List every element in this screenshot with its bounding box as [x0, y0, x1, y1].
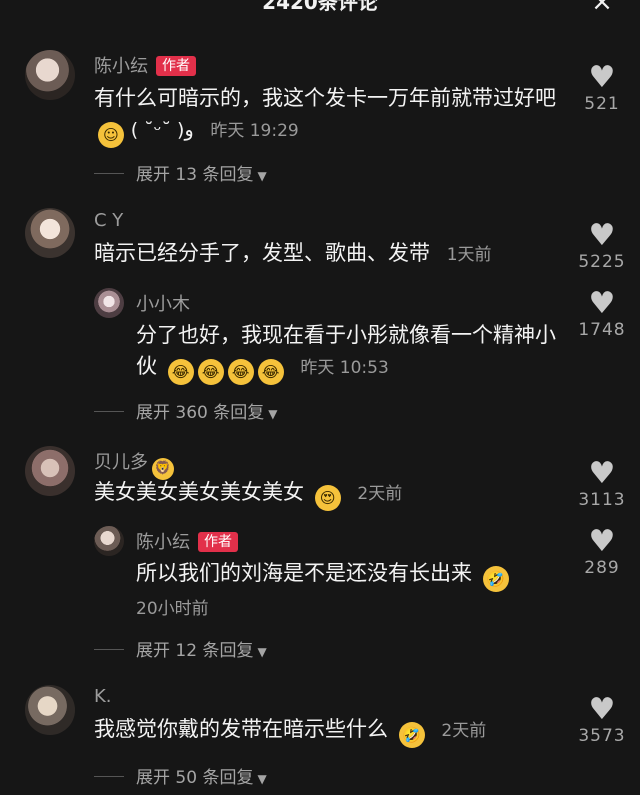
laughing-crying-emoji-icon: 😂	[197, 359, 224, 385]
close-icon[interactable]: ×	[588, 0, 616, 16]
expand-replies-button[interactable]: 展开 360 条回复 ▼	[94, 398, 278, 423]
author-name[interactable]: 贝儿多	[94, 452, 148, 473]
reply-time: 昨天 10:53	[300, 358, 389, 378]
laughing-crying-emoji-icon: 😂	[167, 359, 194, 385]
author-name[interactable]: K.	[94, 686, 112, 707]
like-count: 3113	[578, 490, 626, 510]
expand-replies-button[interactable]: 展开 12 条回复 ▼	[94, 636, 267, 661]
reply-text: 分了也好，我现在看于小彤就像看一个精神小伙 😂 😂 😂 😂 昨天 10:53	[136, 320, 566, 385]
expand-replies-button[interactable]: 展开 50 条回复 ▼	[94, 763, 267, 788]
like-count: 5225	[578, 252, 626, 272]
laughing-crying-emoji-icon: 😂	[257, 359, 284, 385]
comment-body: 我感觉你戴的发带在暗示些什么	[94, 717, 388, 741]
like-button[interactable]: ♥ 521	[572, 60, 632, 115]
rolling-laughing-emoji-icon: 🤣	[482, 566, 509, 592]
flushed-emoji-icon: ☺	[98, 122, 124, 148]
reply-body: 所以我们的刘海是不是还没有长出来	[136, 561, 472, 585]
reply-author[interactable]: 小小木	[136, 290, 190, 316]
rolling-laughing-emoji-icon: 🤣	[398, 722, 425, 748]
author-badge: 作者	[198, 532, 238, 552]
comment-author[interactable]: K.	[94, 686, 112, 707]
avatar[interactable]	[25, 685, 75, 735]
chevron-down-icon: ▼	[257, 645, 267, 659]
comments-header: 2420条评论	[0, 0, 640, 16]
divider-line	[94, 776, 124, 777]
comment-time: 昨天 19:29	[210, 121, 299, 141]
author-name[interactable]: C Y	[94, 210, 123, 231]
comment-time: 2天前	[441, 721, 487, 741]
author-badge: 作者	[156, 56, 196, 76]
comment-text: 有什么可暗示的，我这个发卡一万年前就带过好吧 ☺ ( ˘ᵕ˘ )و 昨天 19:…	[94, 83, 574, 148]
like-button[interactable]: ♥ 3113	[572, 456, 632, 511]
reply-time: 20小时前	[136, 599, 209, 619]
comment-author[interactable]: C Y	[94, 210, 123, 231]
heart-icon: ♥	[588, 218, 616, 253]
comment-body: 美女美女美女美女美女	[94, 480, 304, 504]
comment-time: 2天前	[357, 484, 403, 504]
comment-author[interactable]: 贝儿多 🦁	[94, 448, 174, 480]
author-name[interactable]: 小小木	[136, 294, 190, 315]
kaomoji: ( ˘ᵕ˘ )و	[130, 119, 194, 141]
expand-label: 展开 13 条回复	[136, 165, 254, 185]
like-count: 289	[584, 558, 620, 578]
comment-text: 美女美女美女美女美女 😍 2天前	[94, 477, 574, 511]
like-button[interactable]: ♥ 3573	[572, 692, 632, 747]
reply-author[interactable]: 陈小纭 作者	[136, 528, 238, 554]
comment-author[interactable]: 陈小纭 作者	[94, 52, 196, 78]
like-button[interactable]: ♥ 289	[572, 524, 632, 579]
expand-label: 展开 360 条回复	[136, 403, 265, 423]
heart-icon: ♥	[588, 286, 616, 321]
heart-icon: ♥	[588, 456, 616, 491]
heart-icon: ♥	[588, 60, 616, 95]
author-name[interactable]: 陈小纭	[136, 532, 190, 553]
avatar[interactable]	[94, 288, 124, 318]
divider-line	[94, 173, 124, 174]
divider-line	[94, 411, 124, 412]
chevron-down-icon: ▼	[257, 169, 267, 183]
expand-label: 展开 50 条回复	[136, 768, 254, 788]
like-count: 3573	[578, 726, 626, 746]
avatar[interactable]	[25, 208, 75, 258]
avatar[interactable]	[25, 50, 75, 100]
expand-label: 展开 12 条回复	[136, 641, 254, 661]
laughing-crying-emoji-icon: 😂	[227, 359, 254, 385]
chevron-down-icon: ▼	[257, 772, 267, 786]
author-name[interactable]: 陈小纭	[94, 56, 148, 77]
chevron-down-icon: ▼	[268, 407, 278, 421]
like-count: 521	[584, 94, 620, 114]
comment-body: 有什么可暗示的，我这个发卡一万年前就带过好吧	[94, 86, 556, 110]
comments-title: 2420条评论	[262, 0, 378, 14]
like-button[interactable]: ♥ 5225	[572, 218, 632, 273]
reply-text: 所以我们的刘海是不是还没有长出来 🤣	[136, 558, 566, 592]
like-count: 1748	[578, 320, 626, 340]
comment-body: 暗示已经分手了，发型、歌曲、发带	[94, 241, 430, 265]
heart-eyes-emoji-icon: 😍	[314, 485, 341, 511]
comment-text: 我感觉你戴的发带在暗示些什么 🤣 2天前	[94, 714, 574, 748]
heart-icon: ♥	[588, 524, 616, 559]
avatar[interactable]	[25, 446, 75, 496]
expand-replies-button[interactable]: 展开 13 条回复 ▼	[94, 160, 267, 185]
avatar[interactable]	[94, 526, 124, 556]
like-button[interactable]: ♥ 1748	[572, 286, 632, 341]
comment-time: 1天前	[446, 245, 492, 265]
divider-line	[94, 649, 124, 650]
heart-icon: ♥	[588, 692, 616, 727]
comment-text: 暗示已经分手了，发型、歌曲、发带 1天前	[94, 238, 574, 271]
